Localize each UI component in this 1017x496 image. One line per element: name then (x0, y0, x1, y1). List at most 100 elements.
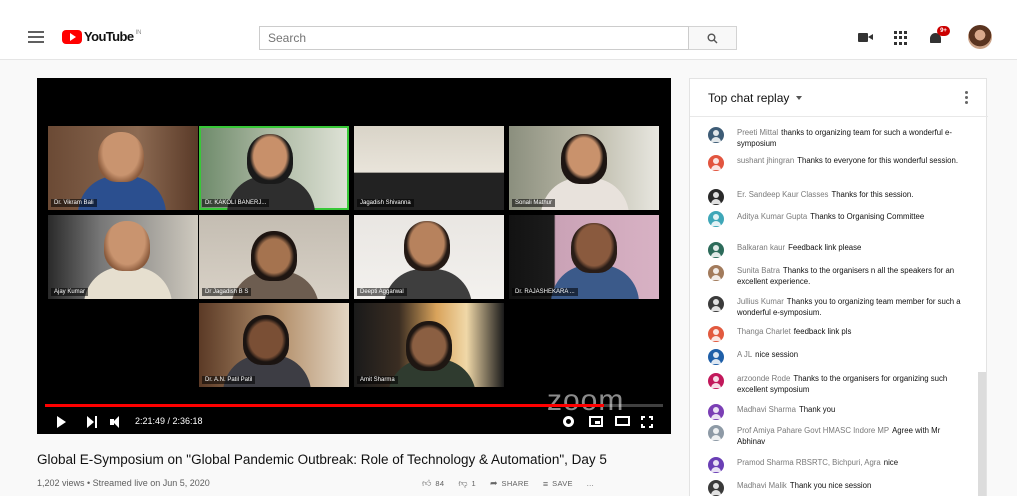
youtube-play-icon (62, 29, 82, 44)
chat-message-body: Balkaran kaur Feedback link please (737, 243, 961, 254)
chat-author-name[interactable]: Preeti Mittal (737, 128, 778, 137)
chat-author-avatar[interactable] (708, 326, 724, 342)
participant-name: Dr. A.N. Patil Patil (202, 376, 256, 384)
video-actions: 👍︎ 84 👎︎ 1 ➦ SHARE ≡ SAVE ... (422, 478, 608, 489)
chat-author-avatar[interactable] (708, 404, 724, 420)
account-avatar[interactable] (968, 25, 992, 49)
chat-message-text: Thanks to everyone for this wonderful se… (797, 156, 959, 165)
apps-grid-icon[interactable] (894, 31, 910, 45)
next-icon[interactable] (87, 416, 99, 428)
chat-author-name[interactable]: Jullius Kumar (737, 297, 784, 306)
chat-author-name[interactable]: Madhavi Sharma (737, 405, 796, 414)
chat-message-body: Pramod Sharma RBSRTC, Bichpuri, Agra nice (737, 458, 961, 469)
participant-tile: Amit Sharma (354, 303, 504, 387)
create-video-icon[interactable] (858, 31, 874, 45)
miniplayer-icon[interactable] (589, 416, 603, 427)
chat-author-avatar[interactable] (708, 349, 724, 365)
chat-scrollbar[interactable] (978, 372, 986, 496)
share-button[interactable]: ➦ SHARE (490, 478, 529, 489)
chat-author-avatar[interactable] (708, 296, 724, 312)
thumbs-down-icon: 👎︎ (458, 478, 468, 488)
chat-author-name[interactable]: Pramod Sharma RBSRTC, Bichpuri, Agra (737, 458, 881, 467)
video-player[interactable]: Dr. Vikram Bali Dr. KAKOLI BANERJ... Jag… (37, 78, 671, 434)
save-label: SAVE (552, 479, 573, 488)
fullscreen-icon[interactable] (640, 415, 654, 429)
share-label: SHARE (501, 479, 529, 488)
participant-name: Deepti Aggarwal (357, 288, 407, 296)
chat-message-text: Thanks to Organising Committee (810, 212, 925, 221)
menu-icon[interactable] (28, 31, 44, 43)
chat-message-body: Madhavi Malik Thank you nice session (737, 481, 961, 492)
chat-author-name[interactable]: Madhavi Malik (737, 481, 787, 490)
chat-message-body: Er. Sandeep Kaur Classes Thanks for this … (737, 190, 961, 201)
chat-message-body: arzoonde Rode Thanks to the organisers fo… (737, 374, 961, 395)
settings-gear-icon[interactable] (563, 416, 574, 427)
more-label: ... (586, 479, 594, 488)
chat-author-name[interactable]: Balkaran kaur (737, 243, 785, 252)
chat-author-name[interactable]: sushant jhingran (737, 156, 794, 165)
theater-mode-icon[interactable] (615, 416, 630, 426)
logo-text: YouTube (84, 29, 134, 44)
participant-tile-active-speaker: Dr. KAKOLI BANERJ... (199, 126, 349, 210)
chat-message-text: Thank you (798, 405, 836, 414)
participant-name: Jagadish Shivanna (357, 199, 414, 207)
chat-author-name[interactable]: A JL (737, 350, 752, 359)
chat-author-name[interactable]: Thanga Charlet (737, 327, 791, 336)
youtube-logo[interactable]: YouTube IN (62, 29, 141, 44)
chat-author-avatar[interactable] (708, 457, 724, 473)
playlist-add-icon: ≡ (542, 478, 549, 489)
like-count: 84 (435, 479, 445, 488)
save-button[interactable]: ≡ SAVE (543, 479, 573, 489)
chat-author-avatar[interactable] (708, 265, 724, 281)
logo-country: IN (135, 30, 142, 36)
chat-message-body: Preeti Mittal thanks to organizing team f… (737, 128, 961, 149)
like-button[interactable]: 👍︎ 84 (422, 478, 444, 489)
chat-author-avatar[interactable] (708, 480, 724, 496)
share-arrow-icon: ➦ (489, 478, 498, 488)
chat-author-name[interactable]: arzoonde Rode (737, 374, 790, 383)
chat-message-body: Aditya Kumar Gupta Thanks to Organising C… (737, 212, 961, 223)
chat-header: Top chat replay (690, 79, 988, 117)
youtube-page: YouTube IN 9+ Dr. Vikram Bali Dr. KAKOLI… (0, 0, 1017, 496)
more-actions-button[interactable]: ... (587, 479, 594, 488)
play-icon[interactable] (57, 416, 66, 428)
notifications-bell-icon[interactable]: 9+ (929, 26, 950, 47)
chat-message-body: Sunita Batra Thanks to the organisers n a… (737, 266, 961, 287)
chat-author-avatar[interactable] (708, 127, 724, 143)
volume-icon[interactable] (110, 416, 126, 428)
more-vert-icon[interactable] (965, 91, 968, 104)
chat-message-text: feedback link pls (793, 327, 852, 336)
chat-author-avatar[interactable] (708, 242, 724, 258)
time-display: 2:21:49 / 2:36:18 (135, 416, 203, 426)
participant-name: Dr. RAJASHEKARA ... (512, 288, 578, 296)
chat-message-text: nice (883, 458, 899, 467)
chat-author-avatar[interactable] (708, 155, 724, 171)
chat-message-text: Thank you nice session (789, 481, 872, 490)
search-icon (707, 33, 718, 43)
top-bar: YouTube IN 9+ (0, 0, 1017, 60)
chat-message-body: sushant jhingran Thanks to everyone for t… (737, 156, 961, 167)
participant-tile: Ajay Kumar (48, 215, 198, 299)
participant-name: Dr. KAKOLI BANERJ... (202, 199, 270, 207)
search-input[interactable] (259, 26, 689, 50)
search-button[interactable] (689, 26, 737, 50)
chat-author-avatar[interactable] (708, 189, 724, 205)
thumbs-up-icon: 👍︎ (422, 478, 432, 488)
chat-mode-dropdown[interactable]: Top chat replay (708, 91, 789, 105)
chat-author-name[interactable]: Aditya Kumar Gupta (737, 212, 807, 221)
chat-author-name[interactable]: Prof Amiya Pahare Govt HMASC Indore MP (737, 426, 889, 435)
participant-name: Sonali Mathur (512, 199, 556, 207)
video-meta: 1,202 views • Streamed live on Jun 5, 20… (37, 478, 210, 488)
participant-tile: Dr. Vikram Bali (48, 126, 198, 210)
progress-bar[interactable] (45, 404, 663, 407)
dislike-button[interactable]: 👎︎ 1 (458, 478, 476, 489)
player-controls: 2:21:49 / 2:36:18 (37, 412, 671, 434)
chat-message-text: Thanks for this session. (831, 190, 914, 199)
chat-author-name[interactable]: Sunita Batra (737, 266, 780, 275)
chat-author-name[interactable]: Er. Sandeep Kaur Classes (737, 190, 828, 199)
participant-tile: Dr Jagadish B S (199, 215, 349, 299)
chevron-down-icon[interactable] (796, 96, 802, 100)
chat-author-avatar[interactable] (708, 373, 724, 389)
chat-author-avatar[interactable] (708, 211, 724, 227)
chat-author-avatar[interactable] (708, 425, 724, 441)
